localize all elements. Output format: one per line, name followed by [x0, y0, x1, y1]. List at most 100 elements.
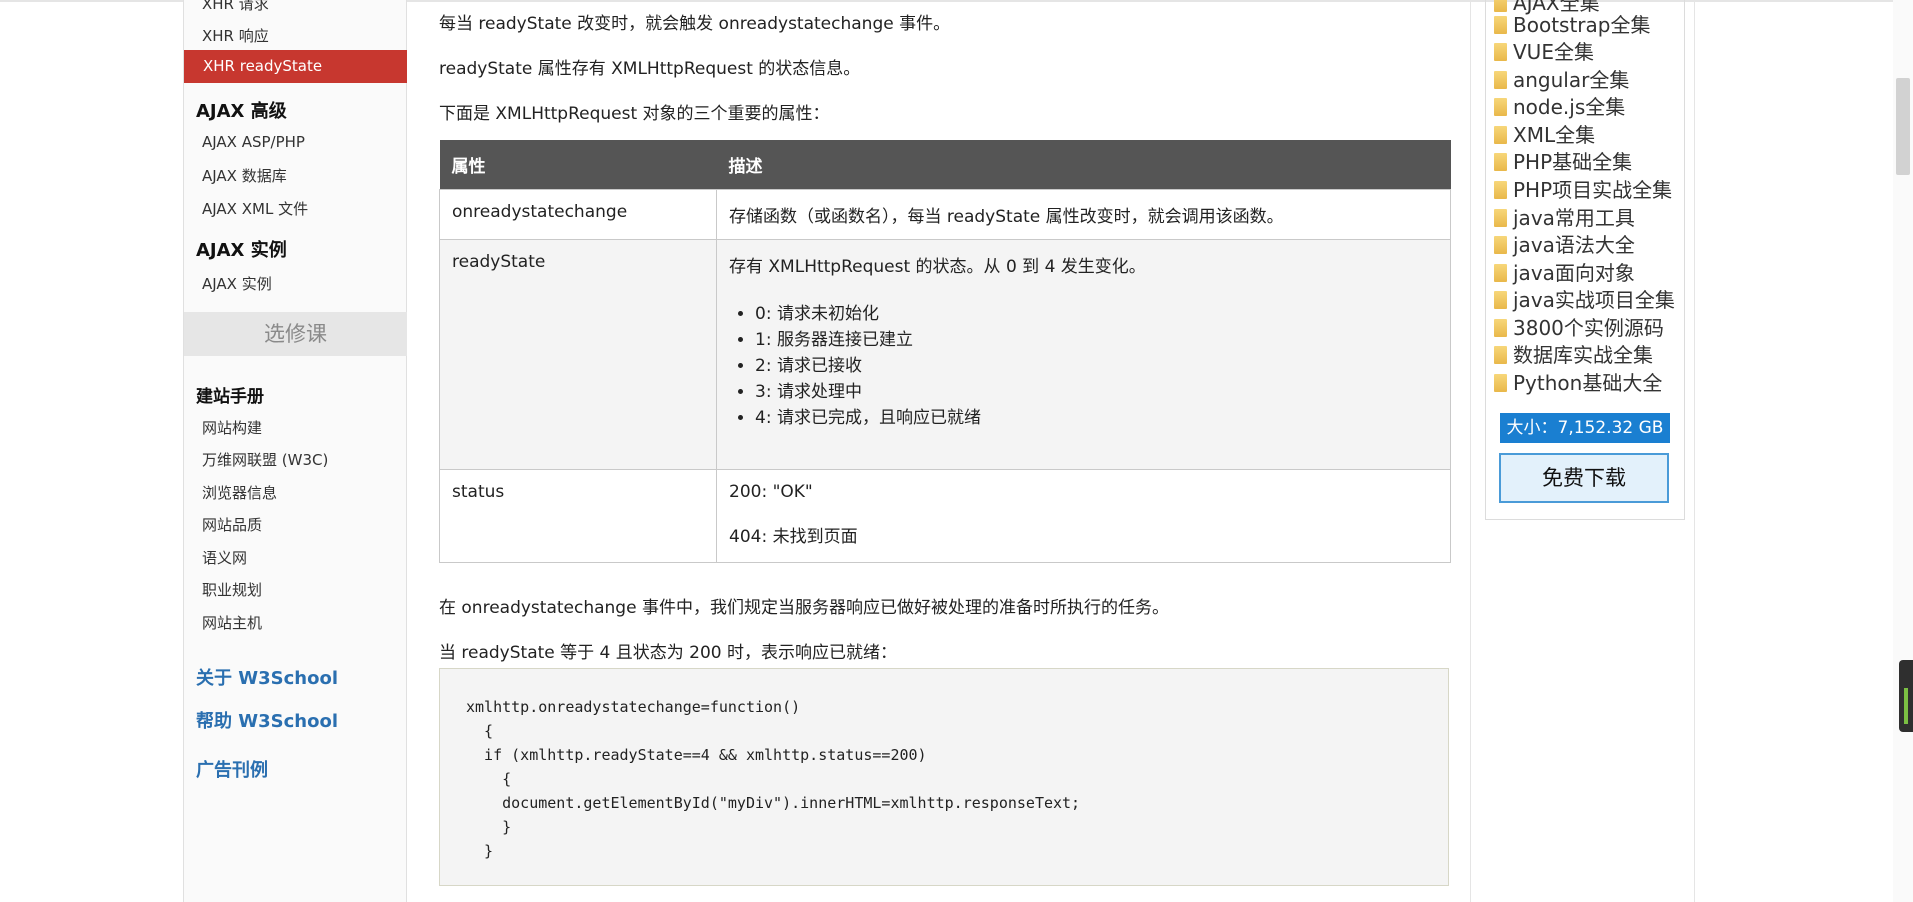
folder-item-angular[interactable]: angular全集 — [1494, 67, 1629, 94]
table-cell-description: 200: "OK" 404: 未找到页面 — [716, 468, 1451, 563]
folder-item-database[interactable]: 数据库实战全集 — [1494, 342, 1653, 369]
readystate-description: 存有 XMLHttpRequest 的状态。从 0 到 4 发生变化。 — [729, 256, 1146, 277]
nav-item-semantic-web[interactable]: 语义网 — [202, 547, 247, 568]
nav-item-site-quality[interactable]: 网站品质 — [202, 514, 262, 535]
folder-label: angular全集 — [1513, 68, 1630, 92]
folder-label: VUE全集 — [1513, 40, 1594, 64]
left-sidebar: XHR 请求 XHR 响应 XHR readyState AJAX 高级 AJA… — [183, 0, 407, 902]
folder-item-vue[interactable]: VUE全集 — [1494, 39, 1594, 66]
main-content: 每当 readyState 改变时，就会触发 onreadystatechang… — [439, 0, 1451, 902]
nav-item-browser-info[interactable]: 浏览器信息 — [202, 482, 277, 503]
folder-label: Bootstrap全集 — [1513, 13, 1651, 37]
nav-item-career[interactable]: 职业规划 — [202, 579, 262, 600]
folder-icon — [1494, 152, 1507, 171]
folder-item-java-oop[interactable]: java面向对象 — [1494, 260, 1635, 287]
about-w3school-link[interactable]: 关于 W3School — [196, 664, 338, 690]
folder-label: java实战项目全集 — [1513, 288, 1675, 312]
folder-label: PHP项目实战全集 — [1513, 178, 1673, 202]
nav-item-hosting[interactable]: 网站主机 — [202, 612, 262, 633]
size-badge: 大小：7,152.32 GB — [1500, 413, 1670, 443]
folder-icon — [1494, 345, 1507, 364]
nav-item-ajax-asp-php[interactable]: AJAX ASP/PHP — [202, 133, 305, 151]
folder-icon — [1494, 290, 1507, 309]
table-header-property: 属性 — [439, 140, 717, 189]
list-item: 0: 请求未初始化 — [755, 301, 1438, 327]
right-sidebar: AJAX全集 Bootstrap全集 VUE全集 angular全集 node.… — [1470, 0, 1695, 902]
table-cell-property: onreadystatechange — [439, 188, 717, 240]
help-w3school-link[interactable]: 帮助 W3School — [196, 707, 338, 733]
folder-icon — [1494, 42, 1507, 61]
table-header-row: 属性 描述 — [439, 140, 1451, 189]
folder-icon — [1494, 208, 1507, 227]
nav-item-xhr-request[interactable]: XHR 请求 — [202, 0, 269, 14]
nav-heading-ajax-examples: AJAX 实例 — [196, 240, 287, 261]
folder-item-java-projects[interactable]: java实战项目全集 — [1494, 287, 1675, 314]
list-item: 3: 请求处理中 — [755, 379, 1438, 405]
list-item: 4: 请求已完成，且响应已就绪 — [755, 405, 1438, 431]
folder-label: Python基础大全 — [1513, 371, 1663, 395]
table-header-description: 描述 — [716, 140, 1451, 189]
properties-table: 属性 描述 onreadystatechange 存储函数（或函数名），每当 r… — [439, 140, 1451, 563]
folder-label: node.js全集 — [1513, 95, 1626, 119]
table-row: readyState 存有 XMLHttpRequest 的状态。从 0 到 4… — [439, 238, 1451, 470]
folder-item-3800-examples[interactable]: 3800个实例源码 — [1494, 315, 1664, 342]
folder-icon — [1494, 263, 1507, 282]
readystate-list: 0: 请求未初始化 1: 服务器连接已建立 2: 请求已接收 3: 请求处理中 … — [729, 301, 1438, 431]
folder-item-bootstrap[interactable]: Bootstrap全集 — [1494, 12, 1650, 39]
folder-icon — [1494, 125, 1507, 144]
paragraph-readystate-event: 每当 readyState 改变时，就会触发 onreadystatechang… — [439, 14, 951, 34]
folder-icon — [1494, 373, 1507, 392]
folder-label: java常用工具 — [1513, 206, 1635, 230]
side-float-widget[interactable] — [1899, 660, 1913, 732]
paragraph-response-ready: 当 readyState 等于 4 且状态为 200 时，表示响应已就绪： — [439, 643, 898, 663]
ads-link[interactable]: 广告刊例 — [196, 756, 268, 782]
table-row: onreadystatechange 存储函数（或函数名），每当 readySt… — [439, 188, 1451, 240]
list-item: 1: 服务器连接已建立 — [755, 327, 1438, 353]
folder-item-java-syntax[interactable]: java语法大全 — [1494, 232, 1635, 259]
table-row: status 200: "OK" 404: 未找到页面 — [439, 468, 1451, 563]
nav-item-ajax-example[interactable]: AJAX 实例 — [202, 273, 272, 294]
paragraph-readystate-info: readyState 属性存有 XMLHttpRequest 的状态信息。 — [439, 59, 861, 79]
paragraph-onreadystatechange-task: 在 onreadystatechange 事件中，我们规定当服务器响应已做好被处… — [439, 598, 1169, 618]
paragraph-three-properties: 下面是 XMLHttpRequest 对象的三个重要的属性： — [439, 104, 830, 124]
folder-icon — [1494, 15, 1507, 34]
course-ad-box[interactable]: AJAX全集 Bootstrap全集 VUE全集 angular全集 node.… — [1485, 0, 1685, 520]
free-download-button[interactable]: 免费下载 — [1499, 453, 1669, 503]
table-cell-description: 存储函数（或函数名），每当 readyState 属性改变时，就会调用该函数。 — [716, 188, 1451, 240]
nav-heading-site-manual: 建站手册 — [196, 387, 264, 407]
table-cell-property: status — [439, 468, 717, 563]
folder-item-nodejs[interactable]: node.js全集 — [1494, 94, 1625, 121]
table-cell-property: readyState — [439, 238, 717, 470]
nav-heading-ajax-advanced: AJAX 高级 — [196, 101, 287, 122]
table-cell-description: 存有 XMLHttpRequest 的状态。从 0 到 4 发生变化。 0: 请… — [716, 238, 1451, 470]
nav-item-xhr-response[interactable]: XHR 响应 — [202, 25, 269, 46]
nav-item-site-building[interactable]: 网站构建 — [202, 417, 262, 438]
folder-icon — [1494, 70, 1507, 89]
folder-icon — [1494, 97, 1507, 116]
nav-item-xhr-readystate-active[interactable]: XHR readyState — [184, 50, 407, 83]
folder-label: XML全集 — [1513, 123, 1596, 147]
status-200-line: 200: "OK" — [729, 481, 813, 502]
folder-label: java面向对象 — [1513, 261, 1635, 285]
folder-icon — [1494, 180, 1507, 199]
folder-icon — [1494, 318, 1507, 337]
code-example: xmlhttp.onreadystatechange=function() { … — [439, 668, 1449, 886]
folder-label: 3800个实例源码 — [1513, 316, 1664, 340]
folder-item-php-basic[interactable]: PHP基础全集 — [1494, 149, 1632, 176]
folder-label: java语法大全 — [1513, 233, 1635, 257]
folder-item-java-tools[interactable]: java常用工具 — [1494, 205, 1635, 232]
scrollbar-thumb[interactable] — [1896, 78, 1910, 175]
folder-item-xml[interactable]: XML全集 — [1494, 122, 1595, 149]
folder-label: PHP基础全集 — [1513, 150, 1633, 174]
signal-bar-icon — [1904, 688, 1908, 724]
folder-icon — [1494, 0, 1507, 12]
list-item: 2: 请求已接收 — [755, 353, 1438, 379]
folder-item-python[interactable]: Python基础大全 — [1494, 370, 1662, 397]
code-text: xmlhttp.onreadystatechange=function() { … — [466, 698, 1081, 860]
nav-elective-header[interactable]: 选修课 — [184, 312, 407, 356]
nav-item-ajax-database[interactable]: AJAX 数据库 — [202, 165, 287, 186]
folder-item-php-project[interactable]: PHP项目实战全集 — [1494, 177, 1672, 204]
status-404-line: 404: 未找到页面 — [729, 526, 858, 547]
nav-item-w3c[interactable]: 万维网联盟 (W3C) — [202, 449, 328, 470]
nav-item-ajax-xml-file[interactable]: AJAX XML 文件 — [202, 198, 308, 219]
